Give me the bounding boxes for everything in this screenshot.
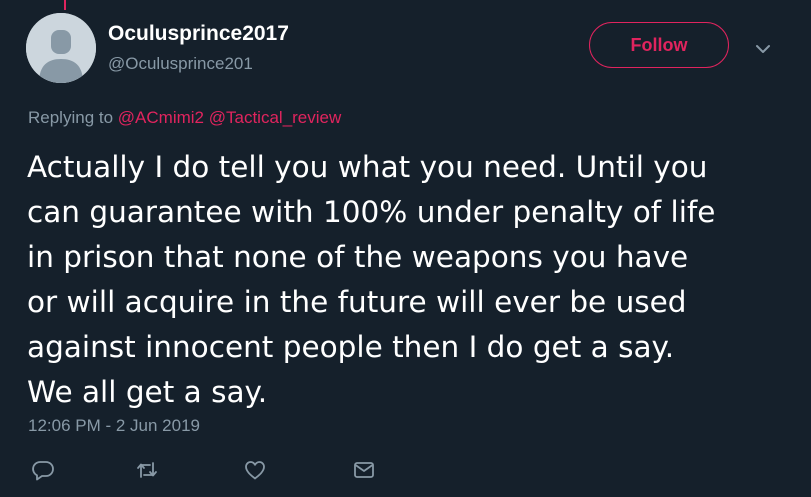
- author-handle[interactable]: @Oculusprince201: [108, 54, 253, 74]
- default-avatar-icon: [26, 13, 96, 83]
- tweet-timestamp[interactable]: 12:06 PM - 2 Jun 2019: [28, 416, 200, 436]
- tweet-action-bar: [0, 458, 811, 484]
- mention-link-tactical-review[interactable]: @Tactical_review: [209, 108, 342, 127]
- replying-to-label: Replying to: [28, 108, 114, 127]
- tweet-text-line: against innocent people then I do get a …: [27, 330, 675, 364]
- follow-button[interactable]: Follow: [589, 22, 729, 68]
- message-icon: [354, 462, 374, 478]
- reply-button[interactable]: [31, 458, 55, 482]
- tweet-text-line: or will acquire in the future will ever …: [27, 285, 687, 319]
- chevron-down-icon[interactable]: [752, 38, 774, 60]
- tweet-text-line: in prison that none of the weapons you h…: [27, 240, 689, 274]
- author-display-name[interactable]: Oculusprince2017: [108, 22, 289, 46]
- avatar[interactable]: [26, 13, 96, 83]
- tweet-text: Actually I do tell you what you need. Un…: [27, 145, 797, 415]
- replying-to-line: Replying to @ACmimi2 @Tactical_review: [28, 108, 341, 128]
- retweet-button[interactable]: [135, 458, 159, 482]
- mention-link-acmimi2[interactable]: @ACmimi2: [118, 108, 204, 127]
- thread-connector-line: [64, 0, 66, 10]
- like-button[interactable]: [243, 458, 267, 482]
- tweet-text-line: can guarantee with 100% under penalty of…: [27, 195, 716, 229]
- like-icon: [245, 461, 265, 480]
- retweet-icon: [137, 462, 157, 478]
- direct-message-button[interactable]: [352, 458, 376, 482]
- tweet-text-line: Actually I do tell you what you need. Un…: [27, 150, 708, 184]
- tweet-text-line: We all get a say.: [27, 375, 268, 409]
- reply-icon: [32, 461, 54, 481]
